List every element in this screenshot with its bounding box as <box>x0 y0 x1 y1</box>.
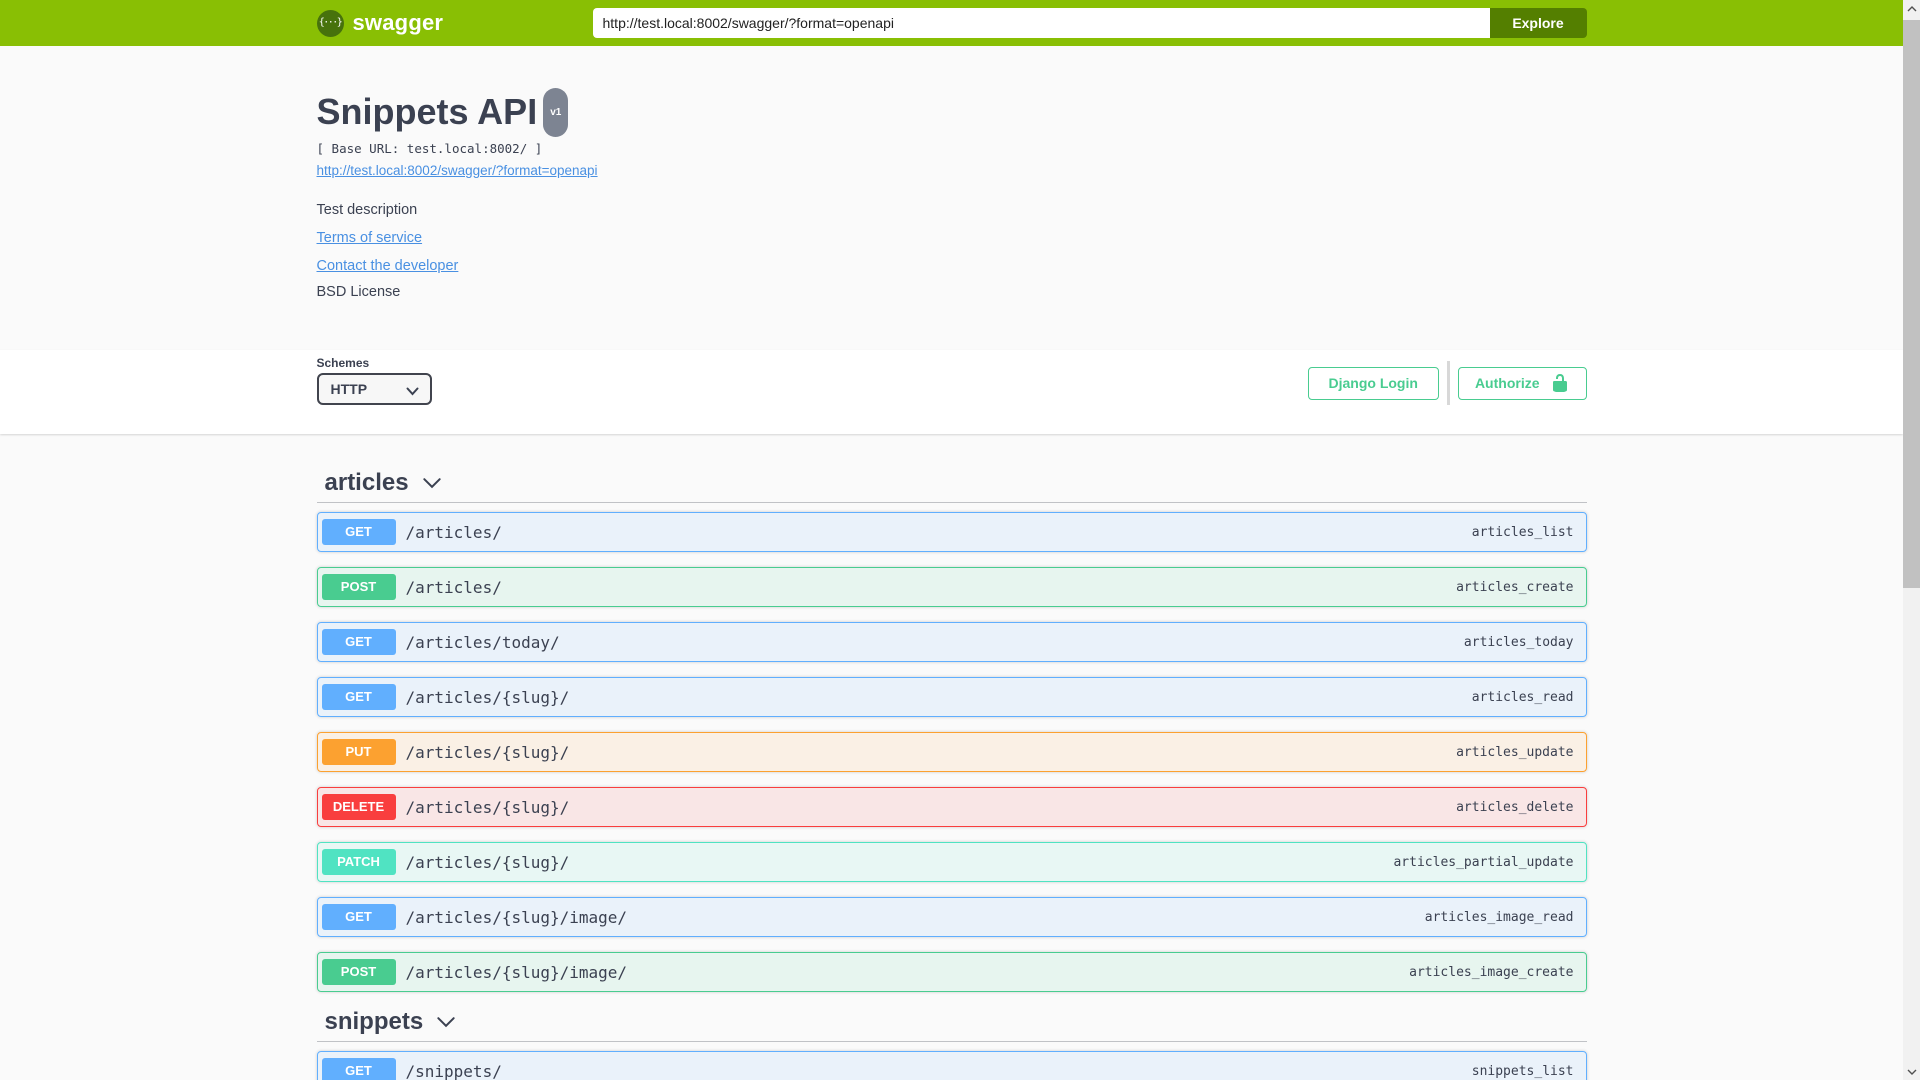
chevron-down-icon <box>437 1017 455 1028</box>
method-badge: GET <box>321 519 396 545</box>
chevron-down-icon <box>422 478 441 489</box>
operation-path: /snippets/ <box>405 1061 502 1080</box>
operation-row[interactable]: GET /articles/today/ articles_today <box>316 622 1587 662</box>
method-badge: PUT <box>321 739 396 765</box>
operation-id: articles_read <box>1471 689 1574 705</box>
operation-row[interactable]: POST /articles/ articles_create <box>316 567 1587 607</box>
tag-section: snippets GET /snippets/ snippets_list <box>316 1007 1587 1080</box>
auth-divider <box>1446 361 1450 405</box>
chevron-down-icon <box>1907 1069 1916 1075</box>
info-section: Snippets API v1 [ Base URL: test.local:80… <box>0 46 1903 350</box>
operation-path: /articles/{slug}/ <box>405 797 570 817</box>
schemes-selected-value: HTTP <box>330 381 368 397</box>
operation-row[interactable]: GET /articles/ articles_list <box>316 512 1587 552</box>
django-login-button[interactable]: Django Login <box>1307 366 1439 400</box>
operation-path: /articles/{slug}/ <box>405 852 570 872</box>
swagger-braces-icon: {···} <box>316 9 344 37</box>
browser-scrollbar <box>1903 0 1920 1080</box>
auth-wrapper: Django Login Authorize <box>1307 361 1587 405</box>
authorize-button[interactable]: Authorize <box>1457 366 1587 400</box>
scheme-container: Schemes HTTP Django Login Authorize <box>0 350 1903 434</box>
operation-row[interactable]: PATCH /articles/{slug}/ articles_partial… <box>316 842 1587 882</box>
operation-id: articles_delete <box>1456 799 1574 815</box>
method-badge: GET <box>321 1058 396 1080</box>
operation-id: articles_today <box>1463 634 1574 650</box>
topbar: {···} swagger Explore <box>0 0 1903 46</box>
method-badge: GET <box>321 684 396 710</box>
tag-section: articles GET /articles/ articles_list PO… <box>316 468 1587 992</box>
explore-button[interactable]: Explore <box>1489 8 1587 38</box>
section-header[interactable]: snippets <box>316 1007 1587 1042</box>
operation-id: articles_image_create <box>1409 964 1574 980</box>
operation-row[interactable]: GET /articles/{slug}/image/ articles_ima… <box>316 897 1587 937</box>
operation-path: /articles/{slug}/image/ <box>405 962 628 982</box>
operation-row[interactable]: PUT /articles/{slug}/ articles_update <box>316 732 1587 772</box>
operation-path: /articles/ <box>405 577 502 597</box>
operation-path: /articles/today/ <box>405 632 560 652</box>
operation-path: /articles/{slug}/ <box>405 742 570 762</box>
url-input[interactable] <box>592 8 1490 38</box>
operations-sections: articles GET /articles/ articles_list PO… <box>316 468 1587 1080</box>
schemes-select[interactable]: HTTP <box>316 373 432 405</box>
operation-id: articles_partial_update <box>1393 854 1574 870</box>
operation-path: /articles/ <box>405 522 502 542</box>
api-title-text: Snippets API <box>316 91 538 132</box>
method-badge: POST <box>321 574 396 600</box>
terms-of-service-link[interactable]: Terms of service <box>317 230 423 246</box>
operation-id: articles_image_read <box>1424 909 1574 925</box>
version-badge: v1 <box>543 88 569 137</box>
download-url-form: Explore <box>592 8 1587 38</box>
operation-row[interactable]: GET /snippets/ snippets_list <box>316 1051 1587 1080</box>
page-title: Snippets API v1 <box>316 88 1587 139</box>
scrollbar-up-button[interactable] <box>1903 0 1920 17</box>
operations-list: GET /snippets/ snippets_list <box>316 1051 1587 1080</box>
base-url: [ Base URL: test.local:8002/ ] <box>316 141 543 156</box>
contact-developer-link[interactable]: Contact the developer <box>317 258 459 274</box>
swagger-ui-page: {···} swagger Explore Snippets APIv1 [ B… <box>0 0 1903 1080</box>
operation-id: articles_list <box>1471 524 1574 540</box>
swagger-logo-text: swagger <box>352 10 444 35</box>
scrollbar-down-button[interactable] <box>1903 1063 1920 1080</box>
schemes-label: Schemes <box>316 356 370 370</box>
operation-id: articles_update <box>1456 744 1574 760</box>
method-badge: GET <box>321 904 396 930</box>
section-title: articles <box>324 469 409 496</box>
operation-row[interactable]: DELETE /articles/{slug}/ articles_delete <box>316 787 1587 827</box>
method-badge: GET <box>321 629 396 655</box>
operation-row[interactable]: GET /articles/{slug}/ articles_read <box>316 677 1587 717</box>
schemes-block: Schemes HTTP <box>316 356 432 405</box>
authorize-label: Authorize <box>1474 375 1540 391</box>
swagger-logo: {···} swagger <box>316 9 444 37</box>
section-title: snippets <box>324 1008 424 1035</box>
method-badge: PATCH <box>321 849 396 875</box>
unlock-icon <box>1552 374 1567 392</box>
spec-link[interactable]: http://test.local:8002/swagger/?format=o… <box>317 163 598 178</box>
chevron-up-icon <box>1907 5 1916 11</box>
operations-list: GET /articles/ articles_list POST /artic… <box>316 512 1587 992</box>
scrollbar-thumb[interactable] <box>1903 20 1920 588</box>
method-badge: DELETE <box>321 794 396 820</box>
operation-id: snippets_list <box>1471 1063 1574 1079</box>
operation-id: articles_create <box>1456 579 1574 595</box>
license-text: BSD License <box>316 284 401 300</box>
operation-path: /articles/{slug}/image/ <box>405 907 628 927</box>
api-description: Test description <box>316 202 418 218</box>
section-header[interactable]: articles <box>316 468 1587 503</box>
operation-row[interactable]: POST /articles/{slug}/image/ articles_im… <box>316 952 1587 992</box>
method-badge: POST <box>321 959 396 985</box>
operation-path: /articles/{slug}/ <box>405 687 570 707</box>
chevron-down-icon <box>406 387 418 396</box>
